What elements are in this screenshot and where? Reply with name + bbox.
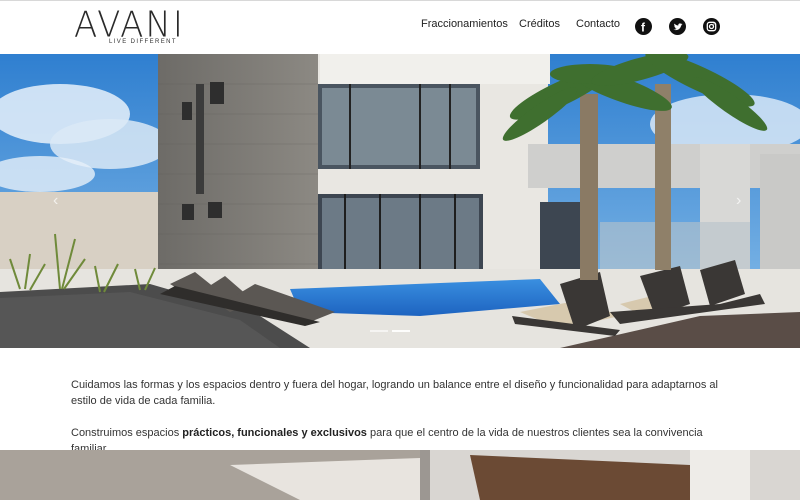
svg-text:f: f <box>641 21 646 35</box>
hero-prev-arrow[interactable]: ‹ <box>53 192 67 212</box>
nav-item-creditos[interactable]: Créditos <box>519 18 560 30</box>
nav-item-contacto[interactable]: Contacto <box>576 18 620 30</box>
site-header: AVANI LIVE DIFFERENT Fraccionamientos Cr… <box>0 0 800 54</box>
twitter-icon[interactable] <box>669 18 686 35</box>
hero-slider[interactable]: ‹ › <box>0 54 800 348</box>
mission-text-start: Construimos espacios <box>71 427 183 439</box>
brand-logo[interactable]: AVANI LIVE DIFFERENT <box>74 4 185 50</box>
hero-image <box>0 54 800 348</box>
intro-paragraph: Cuidamos las formas y los espacios dentr… <box>71 379 718 407</box>
instagram-icon[interactable] <box>703 18 720 35</box>
nav-item-fraccionamientos[interactable]: Fraccionamientos <box>421 18 508 30</box>
hero-next-arrow[interactable]: › <box>736 192 750 212</box>
mission-text-bold: prácticos, funcionales y exclusivos <box>182 427 367 439</box>
brand-name: AVANI <box>74 4 185 47</box>
bottom-image <box>0 450 800 500</box>
facebook-icon[interactable]: f <box>635 18 652 35</box>
brand-tagline: LIVE DIFFERENT <box>109 39 177 45</box>
top-border <box>0 0 800 1</box>
